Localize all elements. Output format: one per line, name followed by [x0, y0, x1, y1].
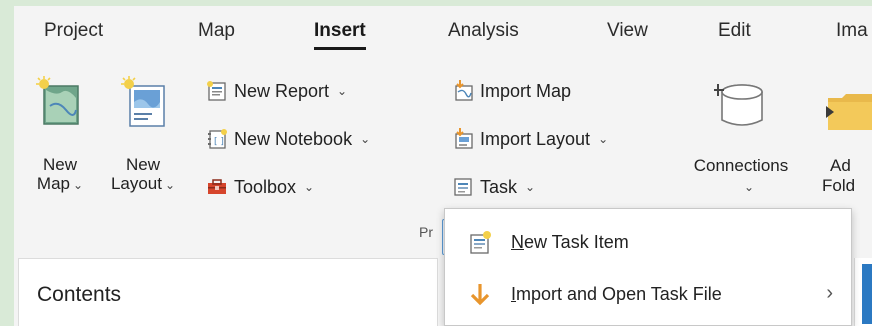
- connections-label: Connections: [693, 156, 789, 175]
- chevron-down-icon: ⌄: [525, 180, 536, 194]
- chevron-down-icon: ⌄: [337, 84, 348, 98]
- new-report-button[interactable]: New Report ⌄: [206, 80, 347, 102]
- chevron-down-icon: ⌄: [73, 178, 84, 192]
- new-layout-icon: [121, 76, 165, 127]
- import-map-icon: [455, 80, 473, 101]
- task-button[interactable]: Task ⌄: [452, 176, 535, 198]
- import-arrow-icon: [470, 284, 490, 306]
- tab-view[interactable]: View: [607, 20, 648, 42]
- toolbox-icon: [208, 179, 226, 194]
- new-map-label-line1: New: [42, 155, 77, 174]
- toolbox-button[interactable]: Toolbox ⌄: [206, 176, 314, 198]
- import-open-task-file-label: Import and Open Task File: [511, 284, 722, 304]
- import-layout-icon: [455, 128, 473, 149]
- new-layout-label-line1: New: [125, 155, 160, 174]
- toolbox-label: Toolbox: [234, 176, 297, 197]
- new-map-label-line2: Map ⌄: [36, 174, 84, 193]
- report-icon: [207, 81, 226, 101]
- chevron-right-icon: ›: [826, 282, 833, 304]
- connections-icon: [714, 84, 763, 126]
- app-frame: Project Map Insert Analysis View Edit Im…: [14, 6, 872, 326]
- tab-imagery[interactable]: Ima: [836, 20, 868, 42]
- import-map-label: Import Map: [480, 80, 572, 101]
- connections-button[interactable]: Connections ⌄: [678, 70, 804, 200]
- new-notebook-button[interactable]: [ ] New Notebook ⌄: [206, 128, 370, 150]
- new-layout-button[interactable]: New Layout ⌄: [100, 70, 186, 200]
- new-layout-label-line2: Layout ⌄: [110, 174, 176, 193]
- task-item-icon: [470, 231, 491, 254]
- new-map-button[interactable]: New Map ⌄: [30, 70, 90, 200]
- tab-project[interactable]: Project: [44, 20, 103, 42]
- group-label-project: Pr: [419, 224, 433, 240]
- task-label: Task: [480, 176, 518, 197]
- add-folder-label-line1: Ad: [830, 156, 851, 175]
- tab-analysis[interactable]: Analysis: [448, 20, 519, 42]
- add-folder-button[interactable]: Ad Fold: [820, 70, 872, 200]
- new-task-item-label: New Task Item: [511, 232, 629, 252]
- new-map-icon: [36, 76, 79, 125]
- add-folder-label-line2: Fold: [822, 176, 856, 195]
- import-map-button[interactable]: Import Map: [452, 80, 571, 102]
- tab-edit[interactable]: Edit: [718, 20, 751, 42]
- new-notebook-label: New Notebook: [234, 128, 353, 149]
- task-dropdown-menu: New Task Item Import and Open Task File …: [444, 208, 852, 326]
- svg-text:[ ]: [ ]: [214, 137, 224, 147]
- menu-item-import-open-task-file[interactable]: Import and Open Task File ›: [445, 269, 851, 321]
- tab-insert[interactable]: Insert: [314, 20, 366, 50]
- ribbon-tabs: Project Map Insert Analysis View Edit Im…: [14, 6, 872, 62]
- contents-title: Contents: [37, 283, 122, 306]
- import-layout-label: Import Layout: [480, 128, 591, 149]
- chevron-down-icon: ⌄: [164, 178, 176, 192]
- chevron-down-icon: ⌄: [598, 132, 609, 146]
- folder-icon: [826, 94, 872, 130]
- chevron-down-icon: ⌄: [743, 180, 755, 194]
- contents-pane: Contents: [18, 258, 438, 326]
- accent-bar: [862, 264, 872, 324]
- chevron-down-icon: ⌄: [360, 132, 371, 146]
- menu-item-new-task-item[interactable]: New Task Item: [445, 217, 851, 269]
- notebook-icon: [ ]: [208, 129, 227, 149]
- chevron-down-icon: ⌄: [304, 180, 315, 194]
- tab-map[interactable]: Map: [198, 20, 235, 42]
- import-layout-button[interactable]: Import Layout ⌄: [452, 128, 608, 150]
- task-icon: [454, 178, 472, 196]
- new-report-label: New Report: [234, 80, 330, 101]
